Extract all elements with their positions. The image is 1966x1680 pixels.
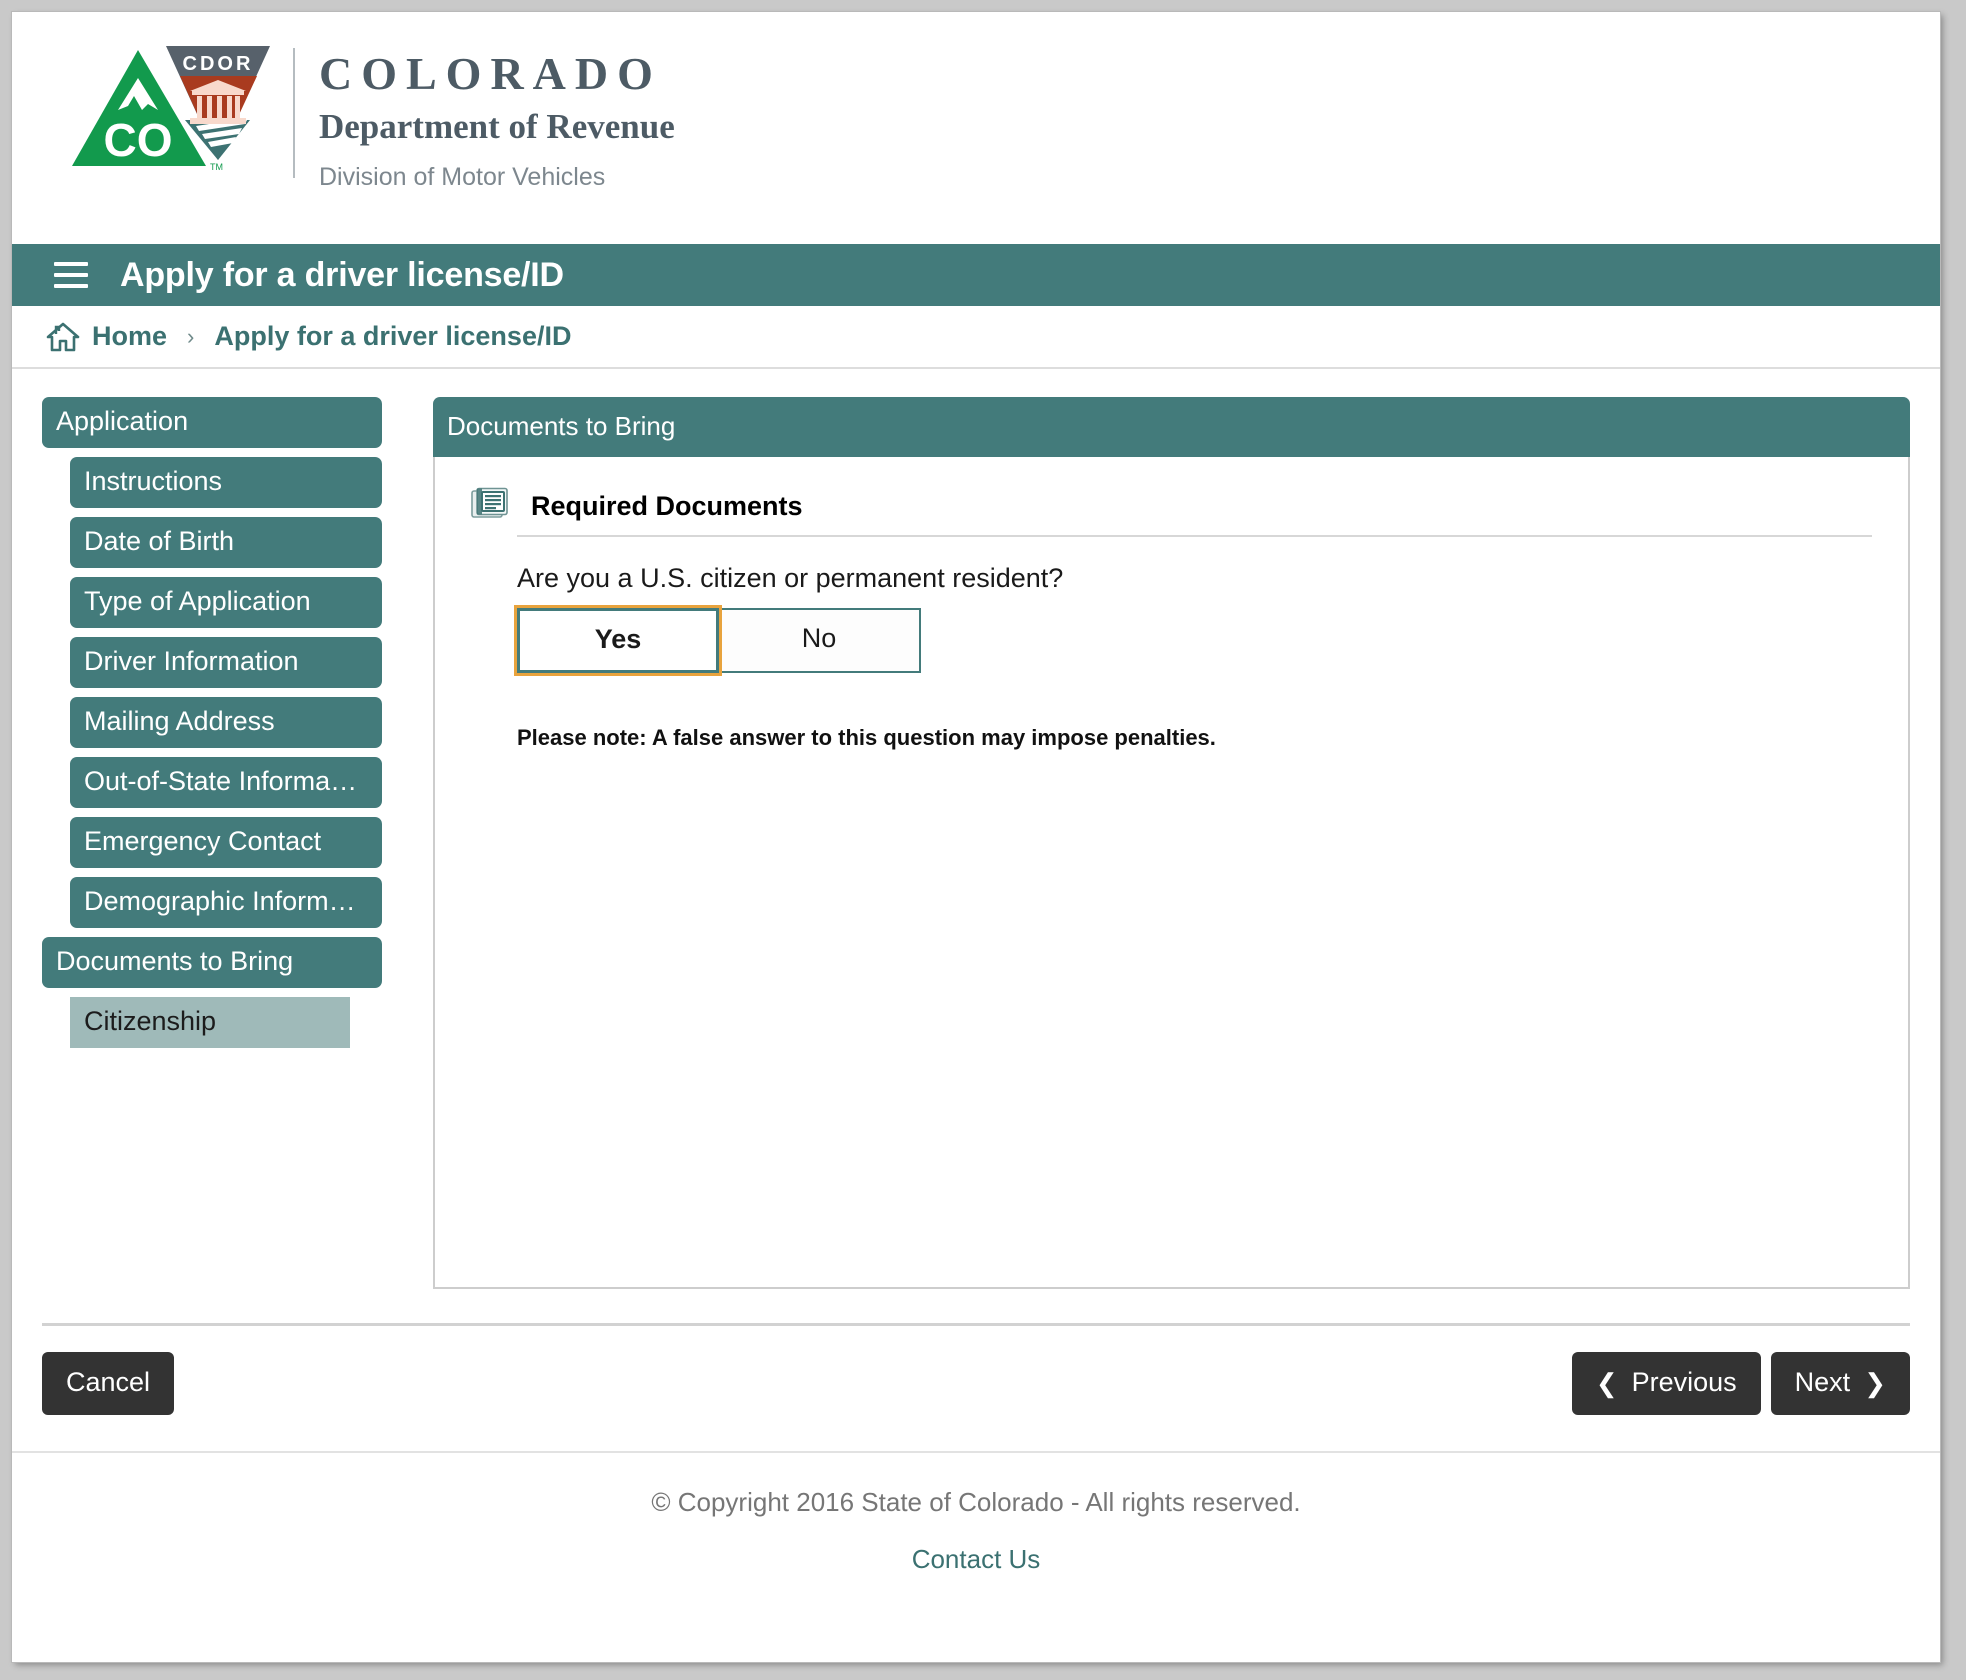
choice-label: Yes <box>594 624 642 654</box>
hamburger-menu-icon[interactable] <box>54 262 88 288</box>
sidebar-item-type-of-application[interactable]: Type of Application <box>70 577 382 628</box>
sidebar-item-demographic-information[interactable]: Demographic Inform… <box>70 877 382 928</box>
panel-header: Documents to Bring <box>433 397 1910 457</box>
breadcrumb-separator: › <box>187 323 195 349</box>
screenshot-root: CDOR CO TM COLORADO Department of Revenu… <box>0 0 1966 1680</box>
brand-header: CDOR CO TM COLORADO Department of Revenu… <box>12 12 1940 244</box>
sidebar-item-date-of-birth[interactable]: Date of Birth <box>70 517 382 568</box>
app-bar: Apply for a driver license/ID <box>12 244 1940 306</box>
brand-state-name: COLORADO <box>319 48 662 99</box>
brand-division: Division of Motor Vehicles <box>319 163 606 192</box>
browser-page: CDOR CO TM COLORADO Department of Revenu… <box>12 12 1940 1662</box>
page-footer: © Copyright 2016 State of Colorado - All… <box>12 1451 1940 1575</box>
svg-text:CDOR: CDOR <box>183 53 254 75</box>
breadcrumb-current-page: Apply for a driver license/ID <box>214 321 572 351</box>
previous-button-label: Previous <box>1631 1367 1737 1397</box>
copyright-text: © Copyright 2016 State of Colorado - All… <box>651 1487 1301 1517</box>
sidebar-item-label: Date of Birth <box>84 526 235 556</box>
choice-no-button[interactable]: No <box>719 608 921 673</box>
home-icon[interactable] <box>46 322 80 352</box>
sidebar-item-out-of-state-information[interactable]: Out-of-State Informa… <box>70 757 382 808</box>
breadcrumb-home-link[interactable]: Home <box>92 321 167 352</box>
action-bar: Cancel ❮ Previous Next ❯ <box>42 1323 1910 1415</box>
sidebar-item-label: Application <box>56 406 189 436</box>
section-header: Required Documents <box>471 487 1872 535</box>
colorado-cdor-logo: CDOR CO TM <box>70 38 275 173</box>
sidebar-item-driver-information[interactable]: Driver Information <box>70 637 382 688</box>
body-wrapper: Application Instructions Date of Birth T… <box>12 369 1940 1289</box>
penalty-note: Please note: A false answer to this ques… <box>517 725 1216 750</box>
citizenship-question: Are you a U.S. citizen or permanent resi… <box>517 563 1064 593</box>
svg-text:TM: TM <box>210 162 223 172</box>
logo-divider <box>293 48 295 178</box>
sidebar-item-documents-to-bring[interactable]: Documents to Bring <box>42 937 382 988</box>
brand-department: Department of Revenue <box>319 107 675 147</box>
next-button[interactable]: Next ❯ <box>1770 1352 1910 1415</box>
sidebar-item-label: Type of Application <box>84 586 311 616</box>
panel-body: Required Documents Are you a U.S. citize… <box>433 457 1910 1289</box>
sidebar-item-citizenship[interactable]: Citizenship <box>70 997 350 1048</box>
cancel-button[interactable]: Cancel <box>42 1352 175 1415</box>
previous-button[interactable]: ❮ Previous <box>1571 1352 1761 1415</box>
wizard-nav-buttons: ❮ Previous Next ❯ <box>1571 1352 1910 1415</box>
sidebar-item-instructions[interactable]: Instructions <box>70 457 382 508</box>
sidebar-item-label: Citizenship <box>84 1006 217 1036</box>
section-title: Required Documents <box>531 490 803 521</box>
main-content: Documents to Bring Required Documents Ar… <box>433 397 1910 1289</box>
app-title: Apply for a driver license/ID <box>120 255 564 294</box>
brand-text: COLORADO Department of Revenue Division … <box>319 38 675 192</box>
sidebar-item-label: Out-of-State Informa… <box>84 766 358 796</box>
sidebar-item-label: Instructions <box>84 466 223 496</box>
contact-us-link[interactable]: Contact Us <box>912 1544 1041 1575</box>
sidebar-item-label: Demographic Inform… <box>84 886 356 916</box>
breadcrumb: Home › Apply for a driver license/ID <box>12 306 1940 369</box>
sidebar-item-application[interactable]: Application <box>42 397 382 448</box>
sidebar-item-mailing-address[interactable]: Mailing Address <box>70 697 382 748</box>
sidebar-nav: Application Instructions Date of Birth T… <box>42 397 407 1289</box>
choice-label: No <box>801 623 837 653</box>
citizenship-choice-group: Yes No <box>514 605 921 676</box>
chevron-right-icon: ❯ <box>1864 1367 1886 1398</box>
choice-yes-button[interactable]: Yes <box>514 605 722 676</box>
chevron-left-icon: ❮ <box>1595 1367 1618 1398</box>
svg-text:CO: CO <box>104 114 173 166</box>
cancel-button-label: Cancel <box>66 1367 151 1397</box>
section-divider <box>517 535 1872 537</box>
document-list-icon <box>471 487 513 525</box>
sidebar-item-label: Emergency Contact <box>84 826 322 856</box>
sidebar-item-label: Mailing Address <box>84 706 275 736</box>
next-button-label: Next <box>1794 1367 1851 1397</box>
sidebar-item-label: Documents to Bring <box>56 946 294 976</box>
sidebar-item-label: Driver Information <box>84 646 299 676</box>
sidebar-item-emergency-contact[interactable]: Emergency Contact <box>70 817 382 868</box>
